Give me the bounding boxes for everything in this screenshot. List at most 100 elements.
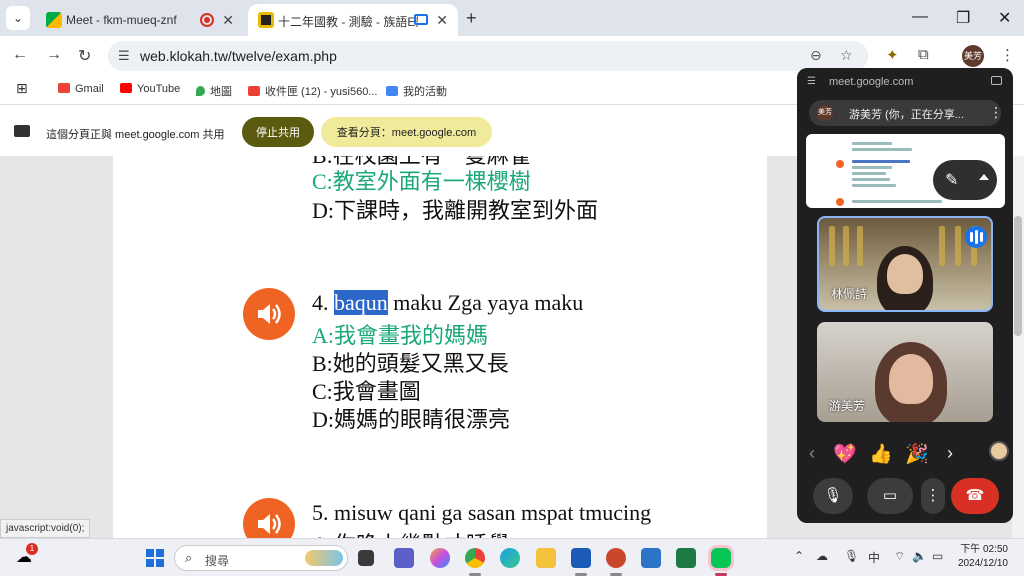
q4-audio-button[interactable] xyxy=(243,288,295,340)
reload-button[interactable]: ↻ xyxy=(78,46,91,66)
screen-share-icon xyxy=(14,125,30,137)
start-button[interactable] xyxy=(146,549,164,567)
q4-number: 4. xyxy=(312,290,329,315)
system-clock[interactable]: 下午 02:50 2024/12/10 xyxy=(956,543,1008,571)
teams-icon[interactable] xyxy=(394,548,414,568)
windows-taskbar: ☁ 1 ⌕ 搜尋 ⌃ ☁ 🎙 中 ⌔ 🔈 ▭ 下午 02:50 2024/12/… xyxy=(0,538,1024,576)
reactions-prev-icon[interactable]: ‹ xyxy=(809,443,815,464)
reactions-bar: ‹ 💖 👍 🎉 › xyxy=(809,440,985,470)
participant-tile-2[interactable]: 游美芳 xyxy=(817,322,993,422)
tab-close-icon[interactable]: ✕ xyxy=(436,12,448,29)
powerpoint-icon[interactable] xyxy=(606,548,626,568)
q4-selected-word[interactable]: baqun xyxy=(334,290,388,315)
page-scrollbar[interactable] xyxy=(1012,156,1024,538)
restore-button[interactable]: ❐ xyxy=(956,8,970,28)
chrome-icon[interactable] xyxy=(465,548,485,568)
file-explorer-icon[interactable] xyxy=(536,548,556,568)
bookmark-activity[interactable]: 我的活動 xyxy=(386,83,447,99)
presenting-more-icon[interactable]: ⋮ xyxy=(989,104,1003,121)
apps-grid-icon[interactable]: ⊞ xyxy=(16,80,28,97)
q3-option-d[interactable]: D:下課時，我離開教室到外面 xyxy=(312,193,598,225)
youtube-icon xyxy=(120,83,132,93)
meet-panel-header[interactable]: ☰ meet.google.com xyxy=(797,68,1013,96)
more-options-button[interactable]: ⋮ xyxy=(921,478,945,514)
party-reaction-icon[interactable]: 🎉 xyxy=(905,442,929,466)
browser-menu-icon[interactable]: ⋮ xyxy=(1000,46,1015,64)
close-window-button[interactable]: ✕ xyxy=(998,8,1011,28)
minimize-button[interactable]: — xyxy=(912,8,928,26)
notification-badge: 1 xyxy=(26,543,38,555)
reactions-next-icon[interactable]: › xyxy=(947,443,953,464)
ime-indicator[interactable]: 中 xyxy=(868,549,880,566)
profile-avatar[interactable]: 美芳 xyxy=(962,45,984,67)
bookmark-youtube[interactable]: YouTube xyxy=(120,83,180,95)
klokah-favicon-icon xyxy=(258,12,274,28)
address-url[interactable]: web.klokah.tw/twelve/exam.php xyxy=(140,48,337,64)
pen-icon: ✎ xyxy=(945,172,959,189)
leave-call-button[interactable]: ☎ xyxy=(951,478,999,514)
extension-pin-icon[interactable]: ✦ xyxy=(886,46,899,64)
tab-meet[interactable]: Meet - fkm-mueq-znf ✕ xyxy=(36,4,244,36)
skin-tone-picker[interactable] xyxy=(989,441,1009,461)
tab-meet-title: Meet - fkm-mueq-znf xyxy=(66,13,177,27)
meet-pip-panel: ☰ meet.google.com 美芳 游美芳 (你，正在分享... ⋮ ✎ … xyxy=(797,68,1013,523)
bookmark-star-icon[interactable]: ☆ xyxy=(840,47,853,64)
tab-exam[interactable]: 十二年國教 - 測驗 - 族語E樂園 ✕ xyxy=(248,4,458,36)
battery-icon[interactable]: ▭ xyxy=(932,549,943,563)
camera-button[interactable]: ▭ xyxy=(867,478,913,514)
site-info-icon[interactable]: ☰ xyxy=(118,48,130,64)
word-icon[interactable] xyxy=(571,548,591,568)
search-highlight-art xyxy=(305,550,343,566)
view-tab-button[interactable]: 查看分頁：meet.google.com xyxy=(321,117,492,147)
volume-icon[interactable]: 🔈 xyxy=(912,549,927,563)
q3-option-c[interactable]: C:教室外面有一棵櫻樹 xyxy=(312,164,531,196)
presenter-avatar: 美芳 xyxy=(817,105,833,121)
q5-option-a[interactable]: A:你晚上幾點才睡覺 xyxy=(312,527,510,538)
bookmark-gmail[interactable]: Gmail xyxy=(58,83,104,95)
store-icon[interactable] xyxy=(641,548,661,568)
speaking-indicator-icon xyxy=(965,226,987,248)
forward-button[interactable]: → xyxy=(46,46,62,64)
link-status-bar: javascript:void(0); xyxy=(0,519,91,538)
zoom-icon[interactable]: ⊖ xyxy=(810,47,822,64)
sharing-message: 這個分頁正與 meet.google.com 共用 xyxy=(46,129,225,141)
presenting-pill[interactable]: 美芳 游美芳 (你，正在分享... ⋮ xyxy=(809,100,1003,126)
meet-url: meet.google.com xyxy=(829,76,914,88)
extensions-icon[interactable]: ⧉ xyxy=(918,46,929,63)
new-tab-button[interactable]: + xyxy=(466,8,477,29)
mic-button[interactable]: 🎙 xyxy=(813,478,853,514)
participant-tile-1[interactable]: 林佩詩 xyxy=(817,216,993,312)
tab-close-icon[interactable]: ✕ xyxy=(222,12,234,29)
taskbar-search[interactable]: ⌕ 搜尋 xyxy=(174,545,348,571)
heart-reaction-icon[interactable]: 💖 xyxy=(833,442,857,466)
meet-favicon-icon xyxy=(46,12,62,28)
maps-pin-icon xyxy=(196,86,205,96)
bookmark-inbox[interactable]: 收件匣 (12) - yusi560... xyxy=(248,83,377,99)
onedrive-icon[interactable]: ☁ xyxy=(816,549,828,563)
scroll-thumb[interactable] xyxy=(1014,216,1022,336)
tab-search-button[interactable]: ⌄ xyxy=(6,6,30,30)
wifi-icon[interactable]: ⌔ xyxy=(894,549,905,564)
speaker-icon xyxy=(258,304,281,324)
excel-icon[interactable] xyxy=(676,548,696,568)
back-button[interactable]: ← xyxy=(12,46,28,64)
copilot-icon[interactable] xyxy=(430,548,450,568)
clock-date: 2024/12/10 xyxy=(957,558,1008,569)
q4-question: 4. baqun maku Zga yaya maku xyxy=(312,290,583,316)
caret-up-icon xyxy=(979,174,989,180)
task-view-icon[interactable] xyxy=(358,550,374,566)
address-bar[interactable]: ☰ web.klokah.tw/twelve/exam.php ⊖ ☆ xyxy=(108,41,868,71)
tab-strip: ⌄ Meet - fkm-mueq-znf ✕ 十二年國教 - 測驗 - 族語E… xyxy=(0,0,1024,36)
tray-overflow-icon[interactable]: ⌃ xyxy=(794,549,804,563)
line-app-icon[interactable] xyxy=(711,548,731,568)
microphone-icon[interactable]: 🎙 xyxy=(844,549,859,563)
activity-icon xyxy=(386,86,398,96)
recording-icon xyxy=(200,13,214,27)
thumbs-up-reaction-icon[interactable]: 👍 xyxy=(869,442,893,466)
bookmark-maps[interactable]: 地圖 xyxy=(196,83,232,99)
annotate-button[interactable]: ✎ xyxy=(933,160,997,200)
stop-sharing-button[interactable]: 停止共用 xyxy=(242,117,314,147)
gmail-icon xyxy=(248,86,260,96)
edge-icon[interactable] xyxy=(500,548,520,568)
q4-option-d[interactable]: D:媽媽的眼睛很漂亮 xyxy=(312,402,510,434)
